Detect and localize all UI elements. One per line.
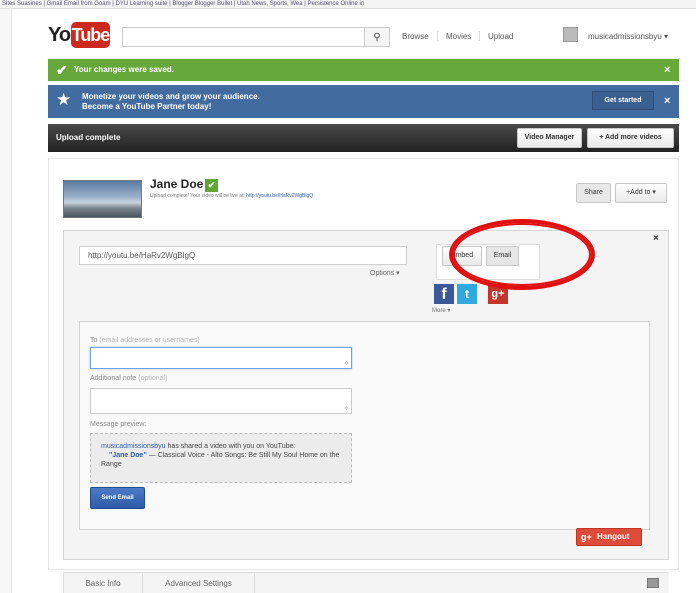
close-icon[interactable]: × bbox=[653, 233, 659, 244]
video-thumbnail[interactable] bbox=[63, 180, 142, 218]
video-link[interactable]: http://youtu.be/HaRv2WgBlgQ bbox=[246, 193, 313, 199]
google-plus-icon: g+ bbox=[581, 532, 592, 542]
twitter-icon[interactable]: t bbox=[457, 284, 477, 304]
search-input[interactable] bbox=[122, 27, 364, 47]
saved-alert: Your changes were saved. bbox=[48, 59, 679, 81]
username-menu[interactable]: musicadmissionsbyu ▾ bbox=[588, 32, 668, 41]
preview-username-link[interactable]: musicadmissionsbyu bbox=[101, 443, 166, 450]
to-hint: (email addresses or usernames) bbox=[99, 337, 200, 344]
hangout-button[interactable]: g+ Hangout bbox=[576, 528, 642, 546]
tab-advanced-settings[interactable]: Advanced Settings bbox=[143, 574, 255, 593]
checkmark-icon: ✔ bbox=[205, 179, 218, 192]
collapse-icon[interactable] bbox=[647, 578, 659, 588]
upload-message: Upload complete! Your video will be live… bbox=[150, 193, 313, 199]
get-started-button[interactable]: Get started bbox=[592, 91, 654, 110]
search-button[interactable]: ⚲ bbox=[364, 27, 390, 47]
avatar[interactable] bbox=[563, 27, 578, 42]
page: Sites Suasines | Gmail Email from Goam |… bbox=[0, 0, 696, 593]
resize-grip-icon[interactable]: ≑ bbox=[344, 405, 349, 412]
resize-grip-icon[interactable]: ≑ bbox=[344, 360, 349, 367]
add-more-videos-button[interactable]: + Add more videos bbox=[587, 128, 674, 148]
partner-line-1: Monetize your videos and grow your audie… bbox=[82, 92, 260, 101]
nav-browse[interactable]: Browse bbox=[402, 32, 429, 41]
add-to-button[interactable]: +Add to ▾ bbox=[615, 183, 667, 203]
close-icon[interactable]: × bbox=[664, 64, 670, 76]
video-title[interactable]: Jane Doe bbox=[150, 177, 203, 191]
send-email-button[interactable]: Send Email bbox=[90, 487, 145, 509]
close-icon[interactable]: × bbox=[664, 95, 670, 107]
bookmarks-bar[interactable]: Sites Suasines | Gmail Email from Goam |… bbox=[0, 0, 696, 9]
youtube-logo-tube[interactable]: Tube bbox=[71, 22, 110, 48]
hangout-label: Hangout bbox=[597, 532, 630, 541]
note-hint: (optional) bbox=[138, 375, 168, 382]
upload-message-text: Upload complete! Your video will be live… bbox=[150, 193, 245, 199]
note-label: Additional note (optional) bbox=[90, 375, 167, 382]
note-label-text: Additional note bbox=[90, 375, 137, 382]
annotation-circle-inner bbox=[453, 223, 591, 286]
magnifier-icon: ⚲ bbox=[373, 32, 381, 43]
partner-line-2: Become a YouTube Partner today! bbox=[82, 102, 212, 111]
partner-alert: Monetize your videos and grow your audie… bbox=[48, 85, 679, 118]
options-dropdown[interactable]: Options ▾ bbox=[370, 269, 400, 277]
message-preview: musicadmissionsbyu has shared a video wi… bbox=[90, 433, 352, 483]
browser-left-edge bbox=[0, 9, 12, 593]
video-manager-button[interactable]: Video Manager bbox=[517, 128, 582, 148]
to-input[interactable]: ≑ bbox=[90, 347, 352, 369]
tab-basic-info[interactable]: Basic Info bbox=[63, 574, 143, 593]
upload-status-bar: Upload complete bbox=[48, 124, 679, 152]
nav-separator bbox=[479, 31, 480, 41]
preview-text: has shared a video with you on YouTube: bbox=[165, 443, 296, 450]
to-label: To (email addresses or usernames) bbox=[90, 337, 200, 344]
checkmark-icon: ✔ bbox=[56, 62, 68, 78]
star-icon: ★ bbox=[56, 90, 72, 109]
share-button[interactable]: Share bbox=[576, 183, 611, 203]
facebook-icon[interactable]: f bbox=[434, 284, 454, 304]
nav-separator bbox=[437, 31, 438, 41]
preview-label: Message preview: bbox=[90, 421, 147, 428]
nav-upload[interactable]: Upload bbox=[488, 32, 513, 41]
share-url-field[interactable]: http://youtu.be/HaRv2WgBlgQ bbox=[79, 246, 407, 265]
to-label-text: To bbox=[90, 337, 98, 344]
note-textarea[interactable]: ≑ bbox=[90, 388, 352, 414]
nav-movies[interactable]: Movies bbox=[446, 32, 471, 41]
preview-video-title[interactable]: "Jane Doe" bbox=[101, 452, 147, 459]
more-dropdown[interactable]: More ▾ bbox=[432, 307, 450, 314]
